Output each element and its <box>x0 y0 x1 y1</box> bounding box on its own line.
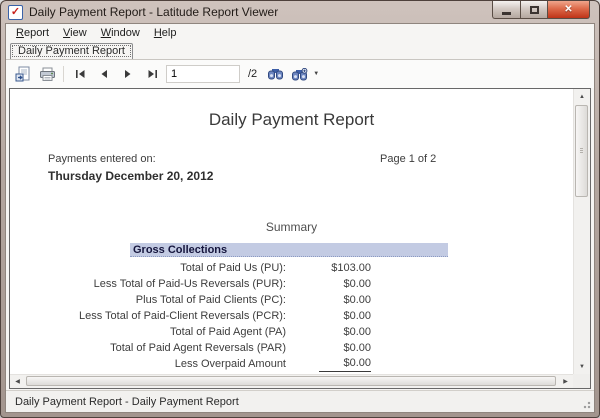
row-label: Less Total of Paid-Us Reversals (PUR): <box>10 278 286 290</box>
toolbar: /2 <box>6 59 594 88</box>
scrollbar-corner <box>573 374 590 388</box>
window-controls: ✕ <box>492 1 590 19</box>
table-row: Less Total of Paid-Us Reversals (PUR): $… <box>10 276 573 292</box>
row-value: $0.00 <box>286 326 371 339</box>
row-value: $0.00 <box>286 310 371 323</box>
next-page-button[interactable] <box>116 63 140 85</box>
tab-daily-payment-report[interactable]: Daily Payment Report <box>10 43 133 59</box>
thumb-grip <box>580 148 583 154</box>
table-row: Plus Total of Paid Clients (PC): $0.00 <box>10 292 573 308</box>
menu-bar: Report View Window Help <box>6 24 594 42</box>
entered-on-date: Thursday December 20, 2012 <box>48 169 213 183</box>
minimize-icon <box>502 12 511 15</box>
scroll-left-icon: ◀ <box>15 378 20 385</box>
gross-collections-header: Gross Collections <box>130 243 448 257</box>
page-count-label: /2 <box>248 68 257 80</box>
report-title: Daily Payment Report <box>10 110 573 130</box>
table-row: Total of Paid Agent (PA) $0.00 <box>10 324 573 340</box>
maximize-icon <box>530 6 539 14</box>
find-button[interactable] <box>263 63 287 85</box>
report-page: Daily Payment Report Payments entered on… <box>10 89 573 374</box>
row-value: $103.00 <box>286 262 371 275</box>
next-page-icon <box>124 69 132 79</box>
summary-rows: Total of Paid Us (PU): $103.00 Less Tota… <box>10 260 573 372</box>
window-title: Daily Payment Report - Latitude Report V… <box>29 5 278 19</box>
maximize-button[interactable] <box>520 1 547 19</box>
first-page-button[interactable] <box>68 63 92 85</box>
print-icon <box>39 66 56 82</box>
entered-on-label: Payments entered on: <box>48 153 156 165</box>
row-label: Total of Paid Us (PU): <box>10 262 286 274</box>
menu-report[interactable]: Report <box>9 25 56 41</box>
row-label: Total of Paid Agent Reversals (PAR) <box>10 342 286 354</box>
find-dropdown-caret[interactable]: ▼ <box>313 71 319 77</box>
close-icon: ✕ <box>564 4 572 15</box>
row-value: $0.00 <box>286 294 371 307</box>
title-bar[interactable]: ✓ Daily Payment Report - Latitude Report… <box>1 1 599 23</box>
row-label: Less Overpaid Amount <box>10 358 286 370</box>
last-page-button[interactable] <box>140 63 164 85</box>
horizontal-scroll-thumb[interactable] <box>26 376 556 386</box>
table-row: Less Overpaid Amount $0.00 <box>10 356 573 372</box>
row-value: $0.00 <box>286 278 371 291</box>
scroll-down-icon: ▼ <box>579 364 585 370</box>
app-icon: ✓ <box>8 5 23 20</box>
table-row: Total of Paid Us (PU): $103.00 <box>10 260 573 276</box>
status-bar: Daily Payment Report - Daily Payment Rep… <box>6 390 594 412</box>
find-next-icon <box>291 68 308 81</box>
menu-help[interactable]: Help <box>147 25 184 41</box>
find-next-button[interactable] <box>287 63 311 85</box>
row-label: Less Total of Paid-Client Reversals (PCR… <box>10 310 286 322</box>
table-row: Total of Paid Agent Reversals (PAR) $0.0… <box>10 340 573 356</box>
scroll-up-button[interactable]: ▲ <box>574 89 590 104</box>
close-button[interactable]: ✕ <box>547 1 590 19</box>
row-label: Plus Total of Paid Clients (PC): <box>10 294 286 306</box>
scroll-left-button[interactable]: ◀ <box>10 375 25 388</box>
vertical-scroll-thumb[interactable] <box>575 105 588 197</box>
vertical-scrollbar[interactable]: ▲ ▼ <box>573 89 590 374</box>
previous-page-button[interactable] <box>92 63 116 85</box>
report-viewer: Daily Payment Report Payments entered on… <box>9 88 591 389</box>
previous-page-icon <box>100 69 108 79</box>
page-number-input[interactable] <box>166 65 240 83</box>
resize-grip[interactable] <box>581 399 591 409</box>
scroll-down-button[interactable]: ▼ <box>574 359 590 374</box>
first-page-icon <box>75 69 86 79</box>
last-page-icon <box>147 69 158 79</box>
export-button[interactable] <box>11 63 35 85</box>
status-text: Daily Payment Report - Daily Payment Rep… <box>15 396 239 408</box>
summary-heading: Summary <box>10 220 573 234</box>
horizontal-scrollbar[interactable]: ◀ ▶ <box>10 374 573 388</box>
scroll-right-button[interactable]: ▶ <box>558 375 573 388</box>
report-viewer-window: ✓ Daily Payment Report - Latitude Report… <box>0 0 600 418</box>
row-value: $0.00 <box>286 357 371 372</box>
toolbar-separator <box>63 66 64 82</box>
table-row: Less Total of Paid-Client Reversals (PCR… <box>10 308 573 324</box>
export-icon <box>15 66 31 82</box>
minimize-button[interactable] <box>492 1 520 19</box>
row-label: Total of Paid Agent (PA) <box>10 326 286 338</box>
tab-strip: Daily Payment Report <box>6 42 594 59</box>
scroll-up-icon: ▲ <box>579 94 585 100</box>
print-button[interactable] <box>35 63 59 85</box>
menu-window[interactable]: Window <box>94 25 147 41</box>
client-area: Report View Window Help Daily Payment Re… <box>5 23 595 413</box>
scroll-right-icon: ▶ <box>563 378 568 385</box>
page-indicator: Page 1 of 2 <box>380 153 480 165</box>
row-value: $0.00 <box>286 342 371 355</box>
menu-view[interactable]: View <box>56 25 94 41</box>
find-icon <box>267 68 284 81</box>
